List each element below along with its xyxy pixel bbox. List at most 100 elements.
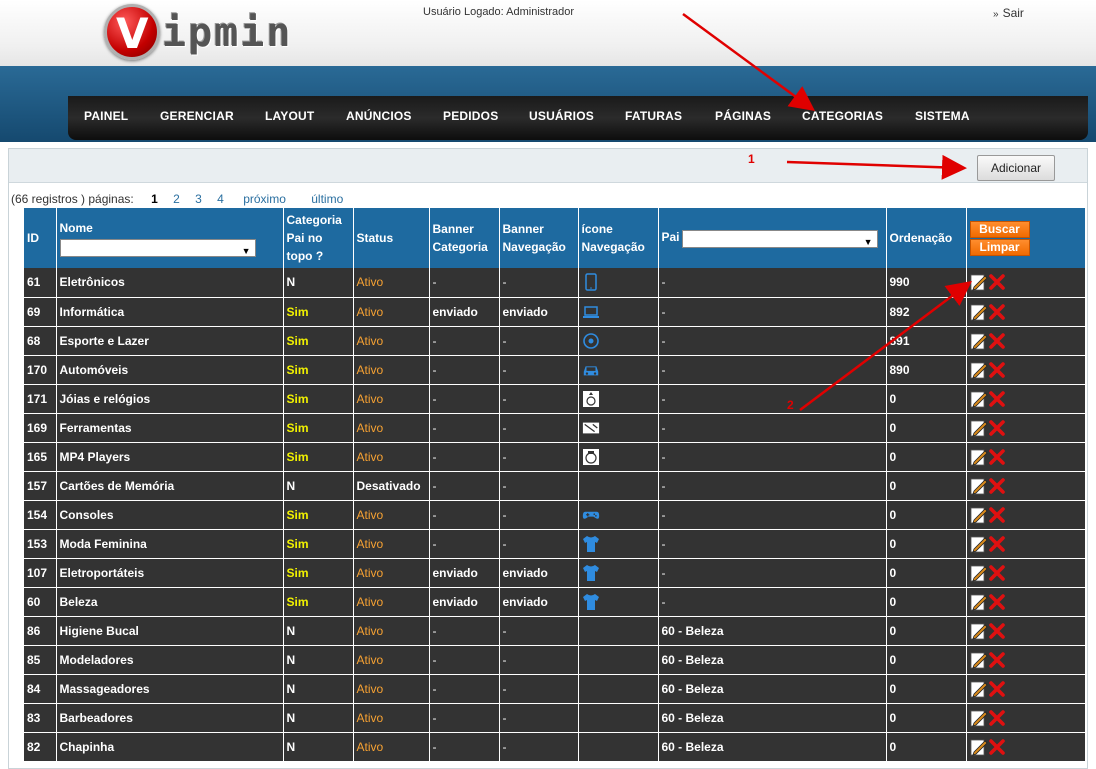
nav-anuncios[interactable]: ANÚNCIOS [346, 109, 412, 123]
delete-icon[interactable] [988, 738, 1006, 756]
vipmin-logo[interactable]: V ipmin [104, 2, 304, 62]
nav-usuarios[interactable]: USUÁRIOS [529, 109, 594, 123]
cell-parent: - [658, 297, 887, 327]
delete-icon[interactable] [988, 622, 1006, 640]
nav-painel[interactable]: PAINEL [84, 109, 128, 123]
logout-link[interactable]: » Sair [993, 6, 1024, 20]
edit-icon[interactable] [970, 564, 988, 582]
nav-layout[interactable]: LAYOUT [265, 109, 314, 123]
delete-icon[interactable] [988, 303, 1006, 321]
edit-icon[interactable] [970, 651, 988, 669]
page-next-link[interactable]: próximo [243, 192, 286, 206]
cell-parent: 60 - Beleza [658, 674, 887, 704]
edit-icon[interactable] [970, 506, 988, 524]
cell-banner-nav: - [499, 384, 579, 414]
edit-icon[interactable] [970, 477, 988, 495]
page-link-2[interactable]: 2 [173, 192, 180, 206]
cell-status: Desativado [353, 471, 430, 501]
delete-icon[interactable] [988, 477, 1006, 495]
edit-icon[interactable] [970, 273, 988, 291]
clear-button[interactable]: Limpar [969, 238, 1030, 256]
name-filter-select[interactable] [59, 239, 256, 260]
tablet-icon [584, 273, 597, 291]
delete-icon[interactable] [988, 506, 1006, 524]
cell-parent: - [658, 326, 887, 356]
cell-status: Ativo [353, 703, 430, 733]
edit-icon[interactable] [970, 680, 988, 698]
edit-icon[interactable] [970, 535, 988, 553]
cell-banner-category: - [429, 703, 500, 733]
cell-parent: - [658, 587, 887, 617]
parent-filter-select[interactable] [681, 230, 878, 251]
ball-icon [582, 332, 599, 349]
cell-name: Eletroportáteis [56, 558, 284, 588]
edit-icon[interactable] [970, 419, 988, 437]
table-row: 69 Informática Sim Ativo enviado enviado -892 [24, 297, 1086, 327]
delete-icon[interactable] [988, 332, 1006, 350]
table-body: 61 Eletrônicos N Ativo - - -990 69 Informática Si… [24, 268, 1086, 762]
col-banner-category: Banner Categoria [429, 208, 500, 268]
delete-icon[interactable] [988, 680, 1006, 698]
cell-status: Ativo [353, 558, 430, 588]
delete-icon[interactable] [988, 564, 1006, 582]
cell-order: 0 [886, 413, 967, 443]
edit-icon[interactable] [970, 303, 988, 321]
delete-icon[interactable] [988, 390, 1006, 408]
nav-paginas[interactable]: PÁGINAS [715, 109, 771, 123]
edit-icon[interactable] [970, 622, 988, 640]
cell-icon [578, 500, 659, 530]
delete-icon[interactable] [988, 361, 1006, 379]
cell-actions [966, 645, 1086, 675]
col-banner-nav: Banner Navegação [499, 208, 579, 268]
edit-icon[interactable] [970, 332, 988, 350]
page-link-4[interactable]: 4 [217, 192, 224, 206]
cell-top: Sim [283, 326, 354, 356]
cell-parent: - [658, 500, 887, 530]
nav-pedidos[interactable]: PEDIDOS [443, 109, 498, 123]
cell-name: Barbeadores [56, 703, 284, 733]
add-button[interactable]: Adicionar [977, 155, 1055, 181]
cell-status: Ativo [353, 268, 430, 298]
cell-actions [966, 732, 1086, 762]
nav-faturas[interactable]: FATURAS [625, 109, 682, 123]
edit-icon[interactable] [970, 593, 988, 611]
cell-icon [578, 297, 659, 327]
page-last-link[interactable]: último [311, 192, 343, 206]
cell-name: Automóveis [56, 355, 284, 385]
cell-top: Sim [283, 587, 354, 617]
edit-icon[interactable] [970, 709, 988, 727]
edit-icon[interactable] [970, 390, 988, 408]
cell-banner-category: - [429, 268, 500, 298]
cell-status: Ativo [353, 587, 430, 617]
cell-order: 0 [886, 384, 967, 414]
cell-icon [578, 384, 659, 414]
edit-icon[interactable] [970, 448, 988, 466]
cell-parent: - [658, 384, 887, 414]
cell-status: Ativo [353, 674, 430, 704]
nav-gerenciar[interactable]: GERENCIAR [160, 109, 234, 123]
cell-icon [578, 326, 659, 356]
cell-name: Modeladores [56, 645, 284, 675]
toolbar: Adicionar [9, 149, 1087, 183]
cell-icon [578, 471, 659, 501]
ring-icon [582, 390, 599, 407]
cell-banner-category: - [429, 326, 500, 356]
col-status: Status [353, 208, 430, 268]
page-link-3[interactable]: 3 [195, 192, 202, 206]
search-button[interactable]: Buscar [969, 220, 1030, 238]
nav-categorias[interactable]: CATEGORIAS [802, 109, 883, 123]
cell-order: 0 [886, 471, 967, 501]
edit-icon[interactable] [970, 738, 988, 756]
delete-icon[interactable] [988, 535, 1006, 553]
cell-order: 990 [886, 268, 967, 298]
delete-icon[interactable] [988, 593, 1006, 611]
logout-label: Sair [1002, 6, 1024, 20]
delete-icon[interactable] [988, 419, 1006, 437]
delete-icon[interactable] [988, 651, 1006, 669]
delete-icon[interactable] [988, 448, 1006, 466]
delete-icon[interactable] [988, 273, 1006, 291]
edit-icon[interactable] [970, 361, 988, 379]
nav-sistema[interactable]: SISTEMA [915, 109, 970, 123]
delete-icon[interactable] [988, 709, 1006, 727]
cell-banner-nav: enviado [499, 297, 579, 327]
